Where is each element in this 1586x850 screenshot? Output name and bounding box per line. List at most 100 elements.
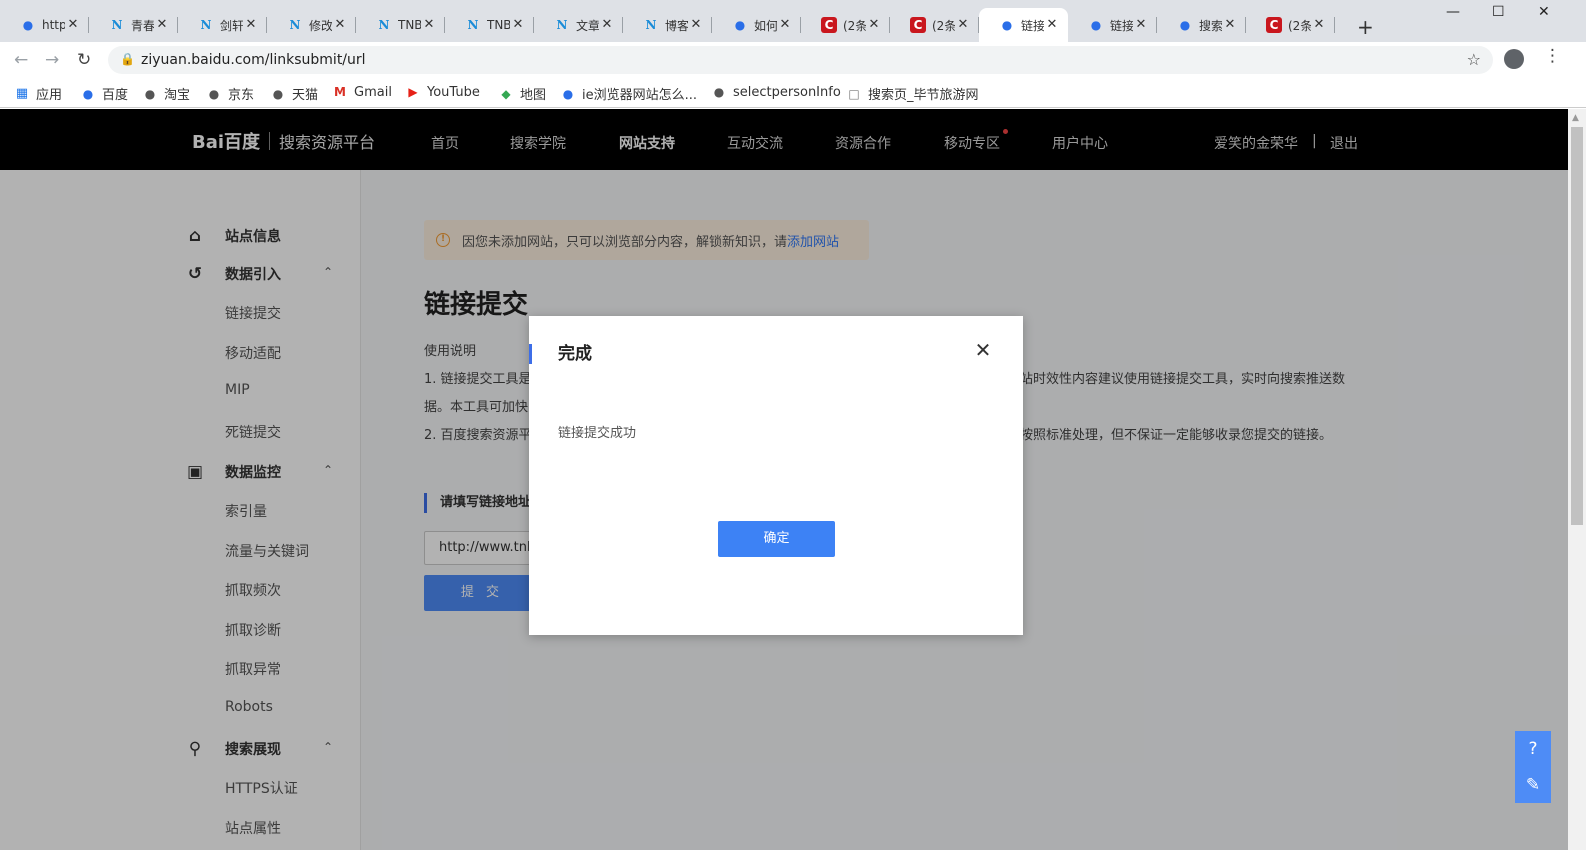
url-text[interactable]: ziyuan.baidu.com/linksubmit/url [141,52,366,68]
scroll-up-icon[interactable]: ▲ [1572,113,1579,123]
browser-tab[interactable]: N 博客 ✕ [623,8,712,42]
bookmark-label: ie浏览器网站怎么... [582,88,698,103]
tn-icon: N [467,18,479,32]
tn-icon: N [645,18,657,32]
menu-kebab-icon[interactable]: ⋮ [1544,46,1561,66]
tab-close-icon[interactable]: ✕ [332,17,348,33]
browser-tab[interactable]: C (2条 ✕ [890,8,979,42]
bookmark-item[interactable]: ◆ 地图 [498,84,547,104]
profile-avatar-icon[interactable] [1504,49,1524,69]
tab-close-icon[interactable]: ✕ [1044,17,1060,33]
browser-tab[interactable]: C (2条 ✕ [801,8,890,42]
tab-close-icon[interactable]: ✕ [1133,17,1149,33]
csdn-icon: C [821,17,837,33]
browser-tab[interactable]: ● 链接 ✕ [1068,8,1157,42]
browser-tab[interactable]: ● http ✕ [0,8,89,42]
browser-tab[interactable]: N 文章 ✕ [534,8,623,42]
reload-icon[interactable]: ↻ [77,50,91,70]
browser-tab[interactable]: ● 搜索 ✕ [1157,8,1246,42]
bookmark-label: 百度 [102,88,129,103]
help-sidebar: ? ✎ [1515,731,1551,803]
bookmark-label: selectpersonInfo [733,84,841,100]
close-window-icon[interactable]: ✕ [1538,4,1550,20]
bookmark-item[interactable]: ● 百度 [80,84,129,104]
tab-close-icon[interactable]: ✕ [243,17,259,33]
baidu-paw-icon: ● [1090,18,1102,32]
csdn-icon: C [1266,17,1282,33]
scrollbar-thumb[interactable] [1571,127,1583,525]
bookmark-item[interactable]: ▶ YouTube [405,84,480,100]
bookmark-label: 天猫 [292,88,319,103]
bookmark-label: Gmail [354,84,392,100]
tn-icon: N [200,18,212,32]
lock-icon: 🔒 [120,52,135,66]
browser-tab[interactable]: N 修改 ✕ [267,8,356,42]
browser-tab[interactable]: C (2条 ✕ [1246,8,1335,42]
bookmark-item[interactable]: ● 淘宝 [142,84,191,104]
bookmark-item[interactable]: ● selectpersonInfo [711,84,841,100]
tab-title: (2条 [932,18,955,33]
confirm-button[interactable]: 确定 [718,521,835,557]
tab-title: (2条 [843,18,866,33]
tab-close-icon[interactable]: ✕ [1311,17,1327,33]
tab-title: 链接 [1021,18,1044,33]
bookmark-item[interactable]: ▦ 应用 [14,84,62,103]
tab-close-icon[interactable]: ✕ [688,17,704,33]
maximize-icon[interactable]: ☐ [1492,4,1505,20]
new-tab-button[interactable]: + [1357,15,1374,39]
bookmark-star-icon[interactable]: ☆ [1467,50,1481,69]
tab-close-icon[interactable]: ✕ [65,17,81,33]
browser-tab[interactable]: ● 链接 ✕ [979,8,1068,42]
tab-close-icon[interactable]: ✕ [154,17,170,33]
tab-separator [1334,17,1335,33]
bookmark-label: 应用 [36,88,63,103]
tab-title: TNB [487,18,510,32]
tab-close-icon[interactable]: ✕ [510,17,526,33]
bookmark-label: 淘宝 [164,88,191,103]
bookmark-label: 地图 [520,88,547,103]
bookmark-item[interactable]: □ 搜索页_毕节旅游网 [846,84,978,104]
bookmark-item[interactable]: M Gmail [332,84,392,100]
csdn-icon: C [910,17,926,33]
baidu-paw-icon: ● [562,86,574,101]
tab-close-icon[interactable]: ✕ [955,17,971,33]
success-dialog: 完成 ✕ 链接提交成功 确定 [529,316,1023,635]
browser-tab[interactable]: ● 如何 ✕ [712,8,801,42]
bookmark-item[interactable]: ● 京东 [206,84,255,104]
globe-icon: ● [272,86,284,101]
browser-tab[interactable]: N TNB ✕ [356,8,445,42]
browser-tab[interactable]: N 青春 ✕ [89,8,178,42]
tab-title: http [42,18,65,32]
tab-title: 链接 [1110,18,1133,33]
dialog-message: 链接提交成功 [558,426,637,441]
tab-title: 如何 [754,18,777,33]
browser-tab[interactable]: N 剑轩 ✕ [178,8,267,42]
minimize-icon[interactable]: — [1446,4,1460,20]
youtube-icon: ▶ [408,85,418,99]
back-icon[interactable]: ← [14,50,28,70]
tab-close-icon[interactable]: ✕ [1222,17,1238,33]
feedback-edit-icon[interactable]: ✎ [1515,767,1551,803]
apps-grid-icon: ▦ [15,86,29,101]
tab-title: 博客 [665,18,688,33]
bookmark-item[interactable]: ● 天猫 [270,84,319,104]
forward-icon[interactable]: → [45,50,59,70]
globe-icon: ● [208,86,220,101]
help-question-icon[interactable]: ? [1515,731,1551,767]
page-icon: □ [848,86,860,101]
tab-close-icon[interactable]: ✕ [777,17,793,33]
tab-close-icon[interactable]: ✕ [421,17,437,33]
bookmark-label: 京东 [228,88,255,103]
browser-tab[interactable]: N TNB ✕ [445,8,534,42]
tab-close-icon[interactable]: ✕ [866,17,882,33]
address-bar[interactable]: 🔒 ziyuan.baidu.com/linksubmit/url ☆ [108,46,1493,74]
tab-title: 青春 [131,18,154,33]
dialog-title: 完成 [529,344,592,364]
tab-title: 修改 [309,18,332,33]
tab-title: 搜索 [1199,18,1222,33]
close-icon[interactable]: ✕ [973,338,993,362]
bookmark-item[interactable]: ● ie浏览器网站怎么... [560,84,698,104]
tab-close-icon[interactable]: ✕ [599,17,615,33]
baidu-paw-icon: ● [1001,18,1013,32]
page-scrollbar[interactable]: ▲ [1568,109,1586,850]
